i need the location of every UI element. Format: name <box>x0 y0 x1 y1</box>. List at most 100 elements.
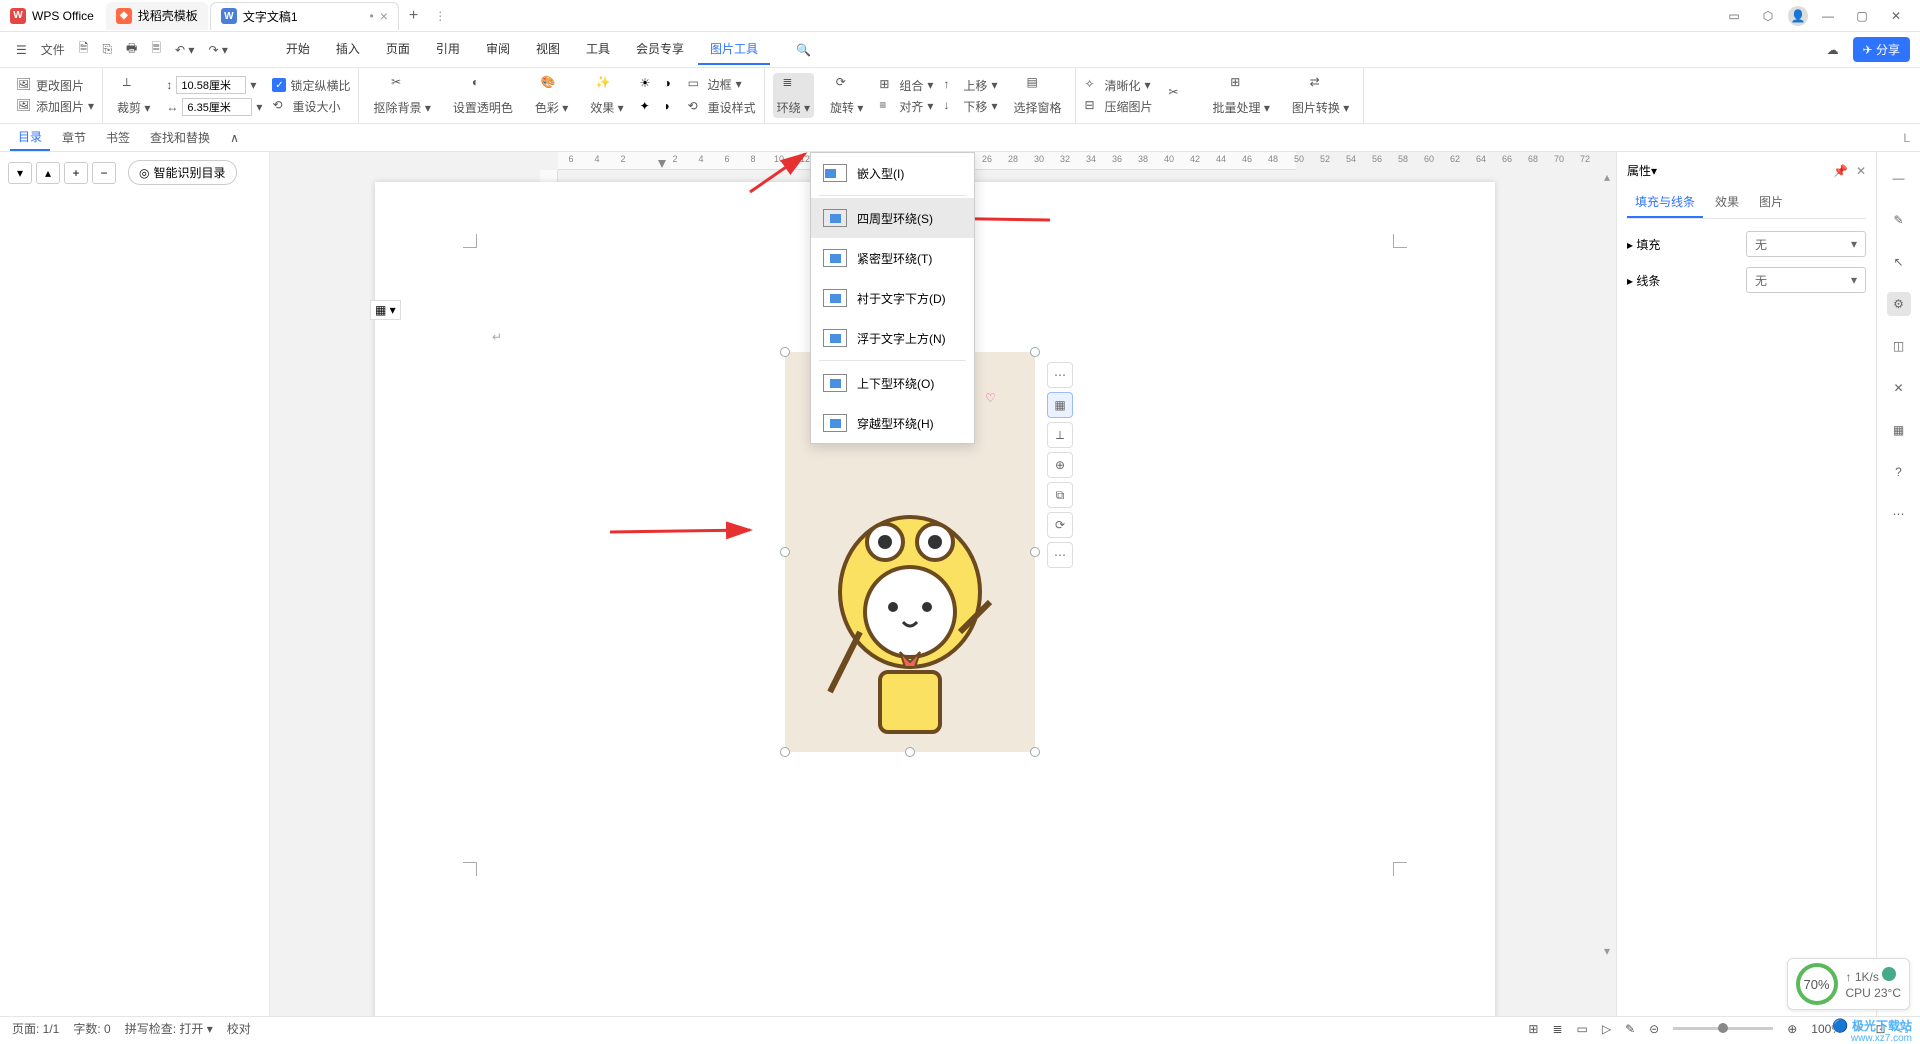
ruler-indent-marker[interactable] <box>658 160 666 168</box>
crop-tool-icon[interactable]: ✂ <box>1163 85 1197 107</box>
search-icon[interactable]: 🔍 <box>790 34 817 65</box>
maximize-button[interactable]: ▢ <box>1848 2 1876 30</box>
performance-widget[interactable]: 70% ↑ 1K/s CPU 23°C <box>1787 958 1910 1010</box>
pin-icon[interactable]: 📌 <box>1833 164 1848 178</box>
file-menu[interactable]: 文件 <box>35 37 71 62</box>
add-outline[interactable]: + <box>64 162 88 184</box>
combine-button[interactable]: ⊞组合 ▾ <box>879 77 933 94</box>
rotate-button[interactable]: ⟳旋转 ▾ <box>824 75 869 116</box>
new-tab-button[interactable]: + <box>399 7 428 25</box>
tab-member[interactable]: 会员专享 <box>624 34 696 65</box>
share-button[interactable]: ✈ 分享 <box>1853 37 1910 62</box>
remove-bg-button[interactable]: ✂抠除背景 ▾ <box>367 75 436 116</box>
status-proof[interactable]: 校对 <box>227 1020 251 1037</box>
redo-icon[interactable]: ↷ ▾ <box>202 39 233 61</box>
status-spell[interactable]: 拼写检查: 打开 ▾ <box>125 1020 213 1037</box>
tab-template[interactable]: ◆ 找稻壳模板 <box>106 2 208 30</box>
export-icon[interactable]: ⎘ <box>96 38 118 61</box>
avatar-icon[interactable]: 👤 <box>1788 6 1808 26</box>
print-preview-icon[interactable]: 🗏 <box>145 35 167 64</box>
status-page[interactable]: 页面: 1/1 <box>12 1020 59 1037</box>
resize-handle[interactable] <box>1030 547 1040 557</box>
zoom-out-icon[interactable]: ⊝ <box>1649 1022 1659 1036</box>
height-input[interactable]: ↔ ▾ <box>166 98 262 116</box>
compress-button[interactable]: ⊟压缩图片 <box>1084 98 1152 115</box>
wrap-inline[interactable]: 嵌入型(I) <box>811 153 974 193</box>
tab-review[interactable]: 审阅 <box>474 34 522 65</box>
tab-document[interactable]: W 文字文稿1 • × <box>210 2 399 30</box>
wrap-square[interactable]: 四周型环绕(S) <box>811 198 974 238</box>
resize-handle[interactable] <box>905 747 915 757</box>
canvas[interactable]: 6422468101214161820222426283032343638404… <box>270 152 1616 1016</box>
tab-reference[interactable]: 引用 <box>424 34 472 65</box>
page-options-button[interactable]: ▦ ▾ <box>370 300 401 320</box>
more-icon[interactable]: ⋯ <box>1887 502 1911 526</box>
border-button[interactable]: ▭边框 ▾ <box>688 76 742 93</box>
wrap-behind[interactable]: 衬于文字下方(D) <box>811 278 974 318</box>
align-button[interactable]: ≡对齐 ▾ <box>879 98 933 115</box>
move-up-outline[interactable]: ▴ <box>36 162 60 184</box>
tab-wps-office[interactable]: W WPS Office <box>0 2 104 30</box>
sharpness-icon[interactable]: ✦ <box>640 99 656 115</box>
cursor-icon[interactable]: ↖ <box>1887 250 1911 274</box>
tab-menu-icon[interactable]: ⋮ <box>434 9 446 23</box>
tools-icon[interactable]: ✕ <box>1887 376 1911 400</box>
close-panel-icon[interactable]: ✕ <box>1856 164 1866 178</box>
float-menu-icon[interactable]: ⋯ <box>1047 542 1073 568</box>
remove-outline[interactable]: − <box>92 162 116 184</box>
print-icon[interactable]: 🖶 <box>120 35 143 64</box>
crop-button[interactable]: ⟂裁剪 ▾ <box>111 75 156 116</box>
status-words[interactable]: 字数: 0 <box>73 1020 110 1037</box>
tab-picture-tools[interactable]: 图片工具 <box>698 34 770 65</box>
view-outline-icon[interactable]: ⊞ <box>1528 1022 1538 1036</box>
scroll-up-icon[interactable]: ▴ <box>1604 170 1614 182</box>
minimize-button[interactable]: — <box>1814 2 1842 30</box>
lock-ratio-checkbox[interactable]: ✓锁定纵横比 <box>272 77 350 94</box>
pencil-icon[interactable]: ✎ <box>1887 208 1911 232</box>
resize-handle[interactable] <box>1030 347 1040 357</box>
wrap-topbottom[interactable]: 上下型环绕(O) <box>811 363 974 403</box>
tablet-mode-icon[interactable]: ▭ <box>1720 2 1748 30</box>
close-icon[interactable]: × <box>380 8 388 24</box>
width-input[interactable]: ↕ ▾ <box>166 76 262 94</box>
tab-tools[interactable]: 工具 <box>574 34 622 65</box>
tab-view[interactable]: 视图 <box>524 34 572 65</box>
wrap-tight[interactable]: 紧密型环绕(T) <box>811 238 974 278</box>
hamburger-icon[interactable]: ☰ <box>10 39 33 61</box>
cloud-icon[interactable]: ☁ <box>1821 39 1845 61</box>
resize-handle[interactable] <box>780 747 790 757</box>
tab-page[interactable]: 页面 <box>374 34 422 65</box>
wrap-front[interactable]: 浮于文字上方(N) <box>811 318 974 358</box>
view-read-icon[interactable]: ▭ <box>1577 1022 1588 1036</box>
clarify-button[interactable]: ✧清晰化 ▾ <box>1084 77 1152 94</box>
rp-tab-pic[interactable]: 图片 <box>1751 187 1791 218</box>
float-more-icon[interactable]: ⋯ <box>1047 362 1073 388</box>
change-picture-button[interactable]: 🖼更改图片 <box>16 77 94 94</box>
fill-select[interactable]: 无▾ <box>1746 231 1866 257</box>
sb-outline[interactable]: 目录 <box>10 124 50 151</box>
help-icon[interactable]: ? <box>1887 460 1911 484</box>
save-icon[interactable]: 🗎 <box>73 35 95 64</box>
zoom-slider[interactable] <box>1673 1027 1773 1030</box>
tab-home[interactable]: 开始 <box>274 34 322 65</box>
float-crop-icon[interactable]: ⟂ <box>1047 422 1073 448</box>
resize-handle[interactable] <box>1030 747 1040 757</box>
resize-handle[interactable] <box>780 547 790 557</box>
reset-style-button[interactable]: ⟲重设样式 <box>688 99 756 116</box>
sb-findreplace[interactable]: 查找和替换 <box>142 125 218 150</box>
brightness-icon[interactable]: ☀ <box>640 76 656 92</box>
collapse-panel-icon[interactable]: — <box>1887 166 1911 190</box>
add-picture-button[interactable]: 🖼添加图片 ▾ <box>16 98 94 115</box>
close-button[interactable]: ✕ <box>1882 2 1910 30</box>
view-play-icon[interactable]: ▷ <box>1602 1022 1611 1036</box>
view-write-icon[interactable]: ✎ <box>1625 1022 1635 1036</box>
convert-button[interactable]: ⇄图片转换 ▾ <box>1286 75 1355 116</box>
scroll-down-icon[interactable]: ▾ <box>1604 944 1614 956</box>
move-up-button[interactable]: ↑上移 ▾ <box>943 77 997 94</box>
reset-size-button[interactable]: ⟲重设大小 <box>272 98 350 115</box>
contrast-icon[interactable]: ◑ <box>664 76 680 92</box>
float-layout-icon[interactable]: ▦ <box>1047 392 1073 418</box>
wrap-button[interactable]: ≣环绕 ▾ <box>773 73 814 118</box>
selection-pane-button[interactable]: ▤选择窗格 <box>1007 75 1067 116</box>
gallery-icon[interactable]: ◫ <box>1887 334 1911 358</box>
